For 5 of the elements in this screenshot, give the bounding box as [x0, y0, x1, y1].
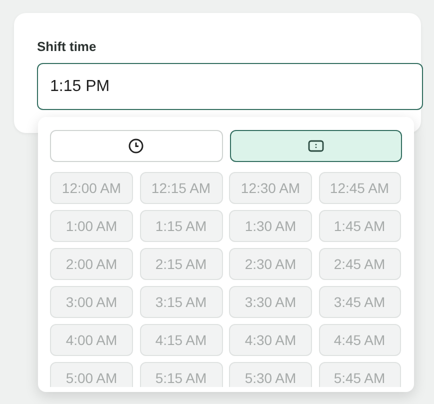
mode-toggle[interactable] [230, 130, 402, 162]
field-label: Shift time [37, 39, 98, 54]
time-input-field[interactable]: 1:15 PM [37, 63, 423, 110]
keyboard-icon [308, 140, 324, 152]
clock-icon [128, 138, 144, 154]
